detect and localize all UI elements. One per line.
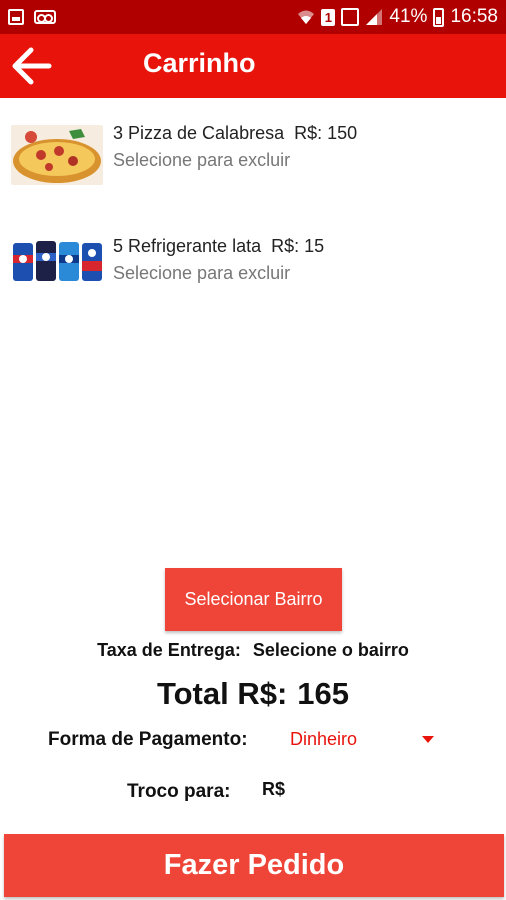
no-sim-icon	[341, 8, 360, 26]
delivery-fee: Taxa de Entrega: Selecione o bairro	[0, 640, 506, 661]
soda-cans-image	[11, 239, 103, 283]
cart-item-pizza[interactable]: 3 Pizza de Calabresa R$: 150 Selecione pa…	[0, 108, 506, 198]
select-neighborhood-button[interactable]: Selecionar Bairro	[165, 568, 342, 631]
item-hint: Selecione para excluir	[113, 263, 291, 283]
clock: 16:58	[450, 6, 498, 27]
item-title: 3 Pizza de Calabresa R$: 150	[113, 123, 357, 144]
item-name: 3 Pizza de Calabresa	[113, 123, 285, 143]
change-label: Troco para:	[127, 781, 231, 802]
item-price: R$: 150	[294, 123, 358, 143]
payment-method-value: Dinheiro	[290, 729, 358, 749]
total-value: 165	[297, 676, 350, 711]
total-label: Total R$:	[156, 676, 288, 711]
arrow-left-icon	[12, 47, 52, 85]
item-name: 5 Refrigerante lata	[113, 236, 262, 256]
sim-badge: 1	[321, 8, 336, 26]
delivery-fee-value: Selecione o bairro	[252, 640, 409, 660]
dropdown-arrow-icon	[422, 736, 434, 743]
voicemail-icon	[34, 10, 56, 24]
signal-icon	[365, 8, 383, 26]
item-title: 5 Refrigerante lata R$: 15	[113, 236, 324, 257]
item-price: R$: 15	[271, 236, 325, 256]
change-amount-field[interactable]: R$	[262, 779, 402, 805]
item-hint: Selecione para excluir	[113, 150, 291, 170]
delivery-fee-label: Taxa de Entrega:	[97, 640, 241, 660]
pizza-image	[11, 125, 103, 185]
wifi-icon	[297, 9, 315, 25]
cart-item-soda[interactable]: 5 Refrigerante lata R$: 15 Selecione para…	[0, 221, 506, 311]
order-total: Total R$: 165	[0, 676, 506, 712]
place-order-button[interactable]: Fazer Pedido	[4, 834, 504, 897]
battery-percent: 41%	[389, 6, 428, 27]
page-title: Carrinho	[143, 48, 256, 78]
payment-method-label: Forma de Pagamento:	[48, 729, 248, 750]
gallery-icon	[8, 9, 24, 25]
status-bar: 1 41% 16:58	[0, 0, 506, 34]
app-bar: Carrinho	[0, 34, 506, 98]
battery-icon	[433, 7, 445, 27]
back-button[interactable]	[0, 34, 62, 98]
payment-method-select[interactable]: Dinheiro	[290, 729, 440, 753]
